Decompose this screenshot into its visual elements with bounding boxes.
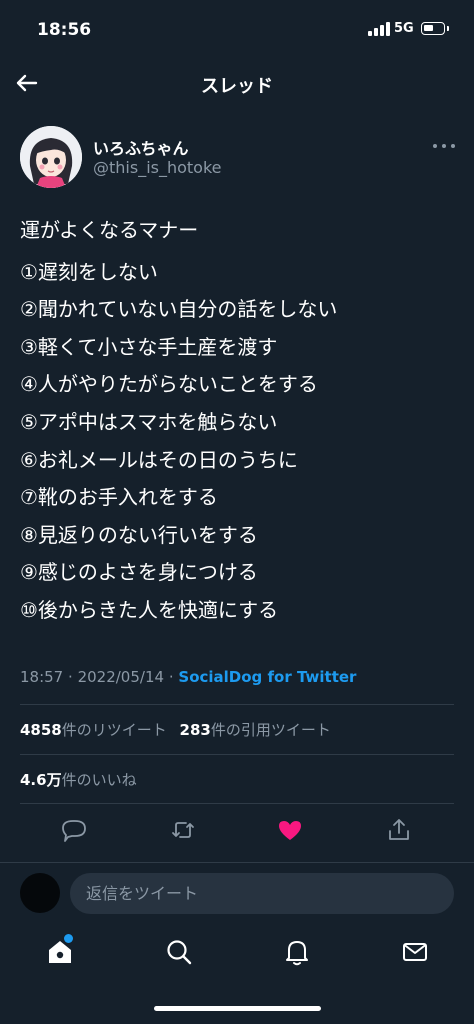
tweet-source-link[interactable]: SocialDog for Twitter [178,668,356,686]
status-bar: 18:56 5G [0,0,474,60]
divider [20,803,454,804]
more-options-icon[interactable] [433,142,455,150]
tweet-line: ①遅刻をしない [20,259,158,284]
tweet-time: 18:57 [20,668,64,686]
home-badge [64,934,73,943]
notifications-icon[interactable] [281,936,313,968]
avatar[interactable] [20,126,82,188]
tweet-author: いろふちゃん @this_is_hotoke [0,122,474,192]
tweet-actions [0,810,474,850]
retweets-stat[interactable]: 4858件のリツイート [20,721,167,739]
network-label: 5G [394,21,414,36]
tweet-line: ⑩後からきた人を快適にする [20,597,279,622]
likes-stat[interactable]: 4.6万件のいいね [20,769,137,790]
meta-separator: · [168,668,174,686]
tweet-line: ⑦靴のお手入れをする [20,485,218,510]
page-title: スレッド [201,76,273,97]
reply-input[interactable]: 返信をツイート [70,873,454,914]
messages-icon[interactable] [399,936,431,968]
divider [20,754,454,755]
retweet-count: 4858 [20,721,62,739]
tweet-text: 運がよくなるマナー ①遅刻をしない ②聞かれていない自分の話をしない ③軽くて小… [20,216,460,634]
tweet-line: ⑤アポ中はスマホを触らない [20,409,278,434]
tweet-line: ⑥お礼メールはその日のうちに [20,447,298,472]
reply-bar: 返信をツイート [0,862,474,923]
retweet-stats: 4858件のリツイート 283件の引用ツイート [20,719,331,740]
tweet-meta: 18:57 · 2022/05/14 · SocialDog for Twitt… [20,668,356,686]
avatar [20,873,60,913]
battery-tip [447,26,449,31]
quote-label: 件の引用ツイート [210,721,331,739]
status-time: 18:56 [37,20,92,40]
reply-icon[interactable] [60,816,88,844]
quote-count: 283 [179,721,211,739]
share-icon[interactable] [385,816,413,844]
nav-bar: スレッド [0,60,474,110]
home-indicator [154,1006,321,1011]
meta-separator: · [68,668,73,686]
signal-icon [368,22,390,36]
tweet-line: ④人がやりたがらないことをする [20,372,318,397]
like-count: 4.6万 [20,771,62,789]
like-label: 件のいいね [61,771,137,789]
author-name[interactable]: いろふちゃん [93,135,189,159]
tweet-line: ⑨感じのよさを身につける [20,560,258,585]
search-icon[interactable] [163,936,195,968]
divider [20,704,454,705]
quotes-stat[interactable]: 283件の引用ツイート [180,721,331,739]
retweet-icon[interactable] [169,816,197,844]
tweet-date: 2022/05/14 [77,668,165,686]
tweet-line: ③軽くて小さな手土産を渡す [20,334,278,359]
author-handle[interactable]: @this_is_hotoke [93,158,222,177]
tweet-line: ⑧見返りのない行いをする [20,522,258,547]
retweet-label: 件のリツイート [61,721,167,739]
heart-icon[interactable] [276,816,304,844]
tweet-line: ②聞かれていない自分の話をしない [20,297,338,322]
battery-icon [421,22,445,35]
tweet-heading: 運がよくなるマナー [20,218,199,242]
